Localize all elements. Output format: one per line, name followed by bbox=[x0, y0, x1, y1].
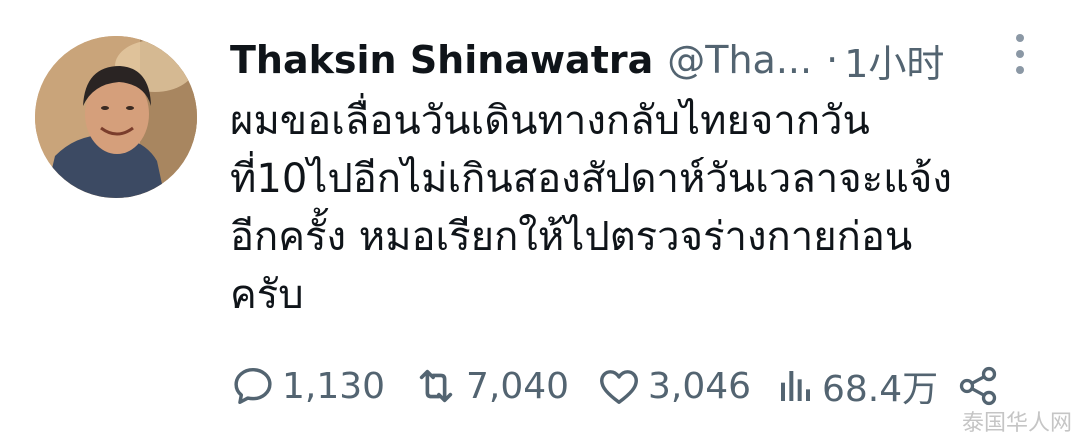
tweet-line: อีกครั้ง หมอเรียกให้ไปตรวจร่างกายก่อน bbox=[230, 214, 913, 260]
tweet-line: ที่10ไปอีกไม่เกินสองสัปดาห์วันเวลาจะแจ้ง bbox=[230, 156, 952, 202]
author-display-name[interactable]: Thaksin Shinawatra bbox=[230, 38, 653, 82]
separator-dot: · bbox=[826, 38, 839, 82]
tweet-actions-bar: 1,130 7,040 3,046 68.4万 bbox=[230, 358, 1030, 414]
avatar[interactable] bbox=[35, 36, 197, 198]
retweet-arrows-icon bbox=[419, 369, 453, 403]
author-handle[interactable]: @Tha... bbox=[667, 38, 812, 82]
vertical-dots-icon bbox=[1016, 34, 1024, 42]
retweet-button[interactable]: 7,040 bbox=[412, 363, 596, 409]
bar-chart-icon bbox=[781, 371, 810, 401]
heart-icon bbox=[600, 370, 638, 405]
like-button[interactable]: 3,046 bbox=[596, 363, 776, 409]
retweet-count: 7,040 bbox=[466, 365, 570, 407]
watermark: 泰国华人网 bbox=[961, 411, 1072, 436]
more-options-button[interactable] bbox=[1012, 34, 1028, 74]
view-count: 68.4万 bbox=[822, 369, 939, 410]
tweet-line: ครับ bbox=[230, 272, 304, 318]
share-button[interactable] bbox=[956, 363, 1006, 409]
reply-button[interactable]: 1,130 bbox=[230, 363, 412, 409]
reply-count: 1,130 bbox=[282, 365, 386, 407]
tweet-line: ผมขอเลื่อนวันเดินทางกลับไทยจากวัน bbox=[230, 98, 870, 144]
avatar-photo bbox=[35, 36, 197, 198]
like-count: 3,046 bbox=[648, 365, 752, 407]
tweet-timestamp[interactable]: 1小时 bbox=[844, 33, 944, 88]
tweet-header: Thaksin Shinawatra @Tha... · 1小时 bbox=[230, 30, 1030, 90]
tweet-text: ผมขอเลื่อนวันเดินทางกลับไทยจากวัน ที่10ไ… bbox=[230, 92, 1030, 324]
views-button[interactable]: 68.4万 bbox=[776, 360, 956, 412]
share-nodes-icon bbox=[959, 366, 997, 406]
speech-bubble-icon bbox=[234, 367, 272, 405]
